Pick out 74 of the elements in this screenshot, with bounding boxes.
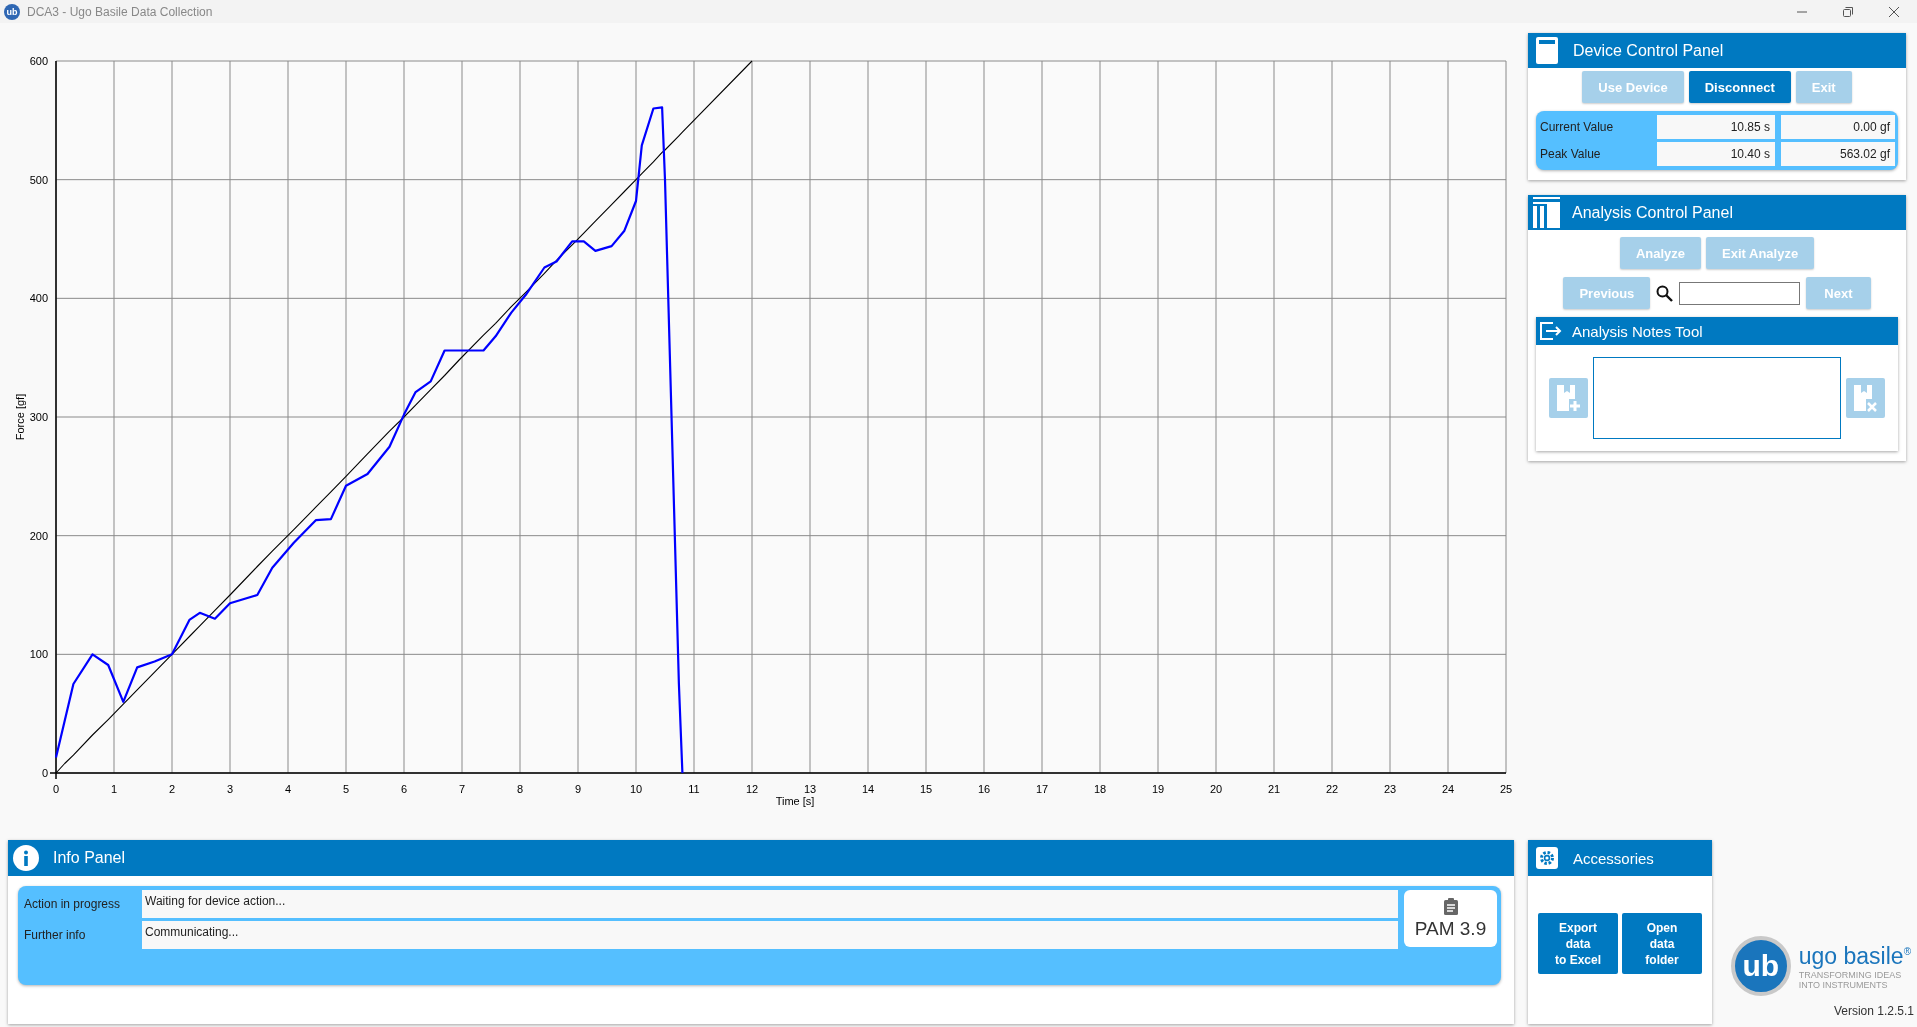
y-tick-label: 600 bbox=[29, 55, 48, 67]
x-tick-label: 5 bbox=[342, 783, 350, 795]
close-icon bbox=[1888, 5, 1900, 18]
device-model: PAM 3.9 bbox=[1414, 917, 1487, 940]
notes-title: Analysis Notes Tool bbox=[1572, 322, 1703, 340]
time-value: 10.40 s bbox=[1657, 142, 1775, 166]
x-tick-label: 0 bbox=[52, 783, 60, 795]
restore-icon bbox=[1842, 5, 1854, 18]
file-remove-icon bbox=[1851, 383, 1880, 413]
x-tick-label: 15 bbox=[919, 783, 933, 795]
columns-icon bbox=[1533, 197, 1560, 228]
accessory-button[interactable]: Open data folder bbox=[1622, 913, 1702, 974]
file-add-icon bbox=[1554, 383, 1583, 413]
panel-title: Analysis Control Panel bbox=[1572, 203, 1733, 222]
x-tick-label: 19 bbox=[1151, 783, 1165, 795]
info-value: Waiting for device action... bbox=[142, 890, 1398, 918]
x-tick-label: 14 bbox=[861, 783, 875, 795]
info-label: Action in progress bbox=[23, 897, 122, 911]
x-tick-label: 6 bbox=[400, 783, 408, 795]
app-icon: ub bbox=[4, 3, 20, 20]
x-tick-label: 24 bbox=[1441, 783, 1455, 795]
panel-title: Accessories bbox=[1573, 849, 1654, 867]
x-tick-label: 21 bbox=[1267, 783, 1281, 795]
info-icon bbox=[13, 845, 39, 871]
clipboard-icon bbox=[1443, 897, 1458, 915]
x-tick-label: 25 bbox=[1499, 783, 1513, 795]
settings-icon bbox=[1536, 847, 1558, 869]
panel-button[interactable]: Disconnect bbox=[1688, 71, 1791, 103]
x-tick-label: 8 bbox=[516, 783, 524, 795]
window-title: DCA3 - Ugo Basile Data Collection bbox=[27, 4, 213, 19]
x-tick-label: 16 bbox=[977, 783, 991, 795]
x-tick-label: 23 bbox=[1383, 783, 1397, 795]
logo-name: ugo basile$^{®}$ bbox=[1798, 942, 1911, 970]
x-axis-title: Time [s] bbox=[775, 795, 815, 807]
x-tick-label: 7 bbox=[458, 783, 466, 795]
y-tick-label: 400 bbox=[29, 292, 48, 305]
info-label: Further info bbox=[23, 928, 87, 942]
y-tick-label: 200 bbox=[29, 529, 48, 542]
force-value: 563.02 gf bbox=[1781, 142, 1895, 166]
y-tick-label: 100 bbox=[29, 648, 48, 661]
accessory-button[interactable]: Export data to Excel bbox=[1538, 913, 1618, 974]
search-field[interactable] bbox=[1679, 281, 1801, 305]
panel-title: Device Control Panel bbox=[1573, 41, 1724, 60]
device-icon bbox=[1536, 37, 1558, 64]
x-tick-label: 18 bbox=[1093, 783, 1107, 795]
reading-label: Current Value bbox=[1540, 120, 1615, 134]
logo-mark: ub bbox=[1730, 936, 1791, 996]
logo-tagline: TRANSFORMING IDEAS bbox=[1798, 969, 1902, 980]
y-tick-label: 500 bbox=[29, 173, 48, 186]
force-value: 0.00 gf bbox=[1781, 115, 1895, 139]
notes-field[interactable] bbox=[1593, 357, 1841, 439]
x-tick-label: 13 bbox=[803, 783, 817, 795]
x-tick-label: 1 bbox=[110, 783, 118, 795]
y-tick-label: 0 bbox=[41, 767, 48, 779]
x-tick-label: 4 bbox=[284, 783, 292, 795]
reading-label: Peak Value bbox=[1540, 147, 1602, 161]
x-tick-label: 11 bbox=[688, 783, 700, 795]
x-tick-label: 20 bbox=[1209, 783, 1223, 795]
search-icon bbox=[1656, 284, 1674, 302]
panel-title: Info Panel bbox=[53, 849, 126, 867]
x-tick-label: 10 bbox=[629, 783, 643, 795]
x-tick-label: 12 bbox=[745, 783, 759, 795]
x-tick-label: 17 bbox=[1035, 783, 1049, 795]
logo-tagline: INTO INSTRUMENTS bbox=[1798, 979, 1888, 990]
info-value: Communicating... bbox=[142, 921, 1398, 949]
x-tick-label: 3 bbox=[226, 783, 234, 795]
x-tick-label: 9 bbox=[574, 783, 582, 795]
logout-icon bbox=[1540, 322, 1562, 340]
x-tick-label: 22 bbox=[1325, 783, 1339, 795]
y-axis-title: Force [gf] bbox=[14, 393, 26, 441]
time-value: 10.85 s bbox=[1657, 115, 1775, 139]
x-tick-label: 2 bbox=[168, 783, 176, 795]
version-label: Version 1.2.5.1 bbox=[1833, 1004, 1914, 1018]
y-tick-label: 300 bbox=[29, 411, 48, 423]
